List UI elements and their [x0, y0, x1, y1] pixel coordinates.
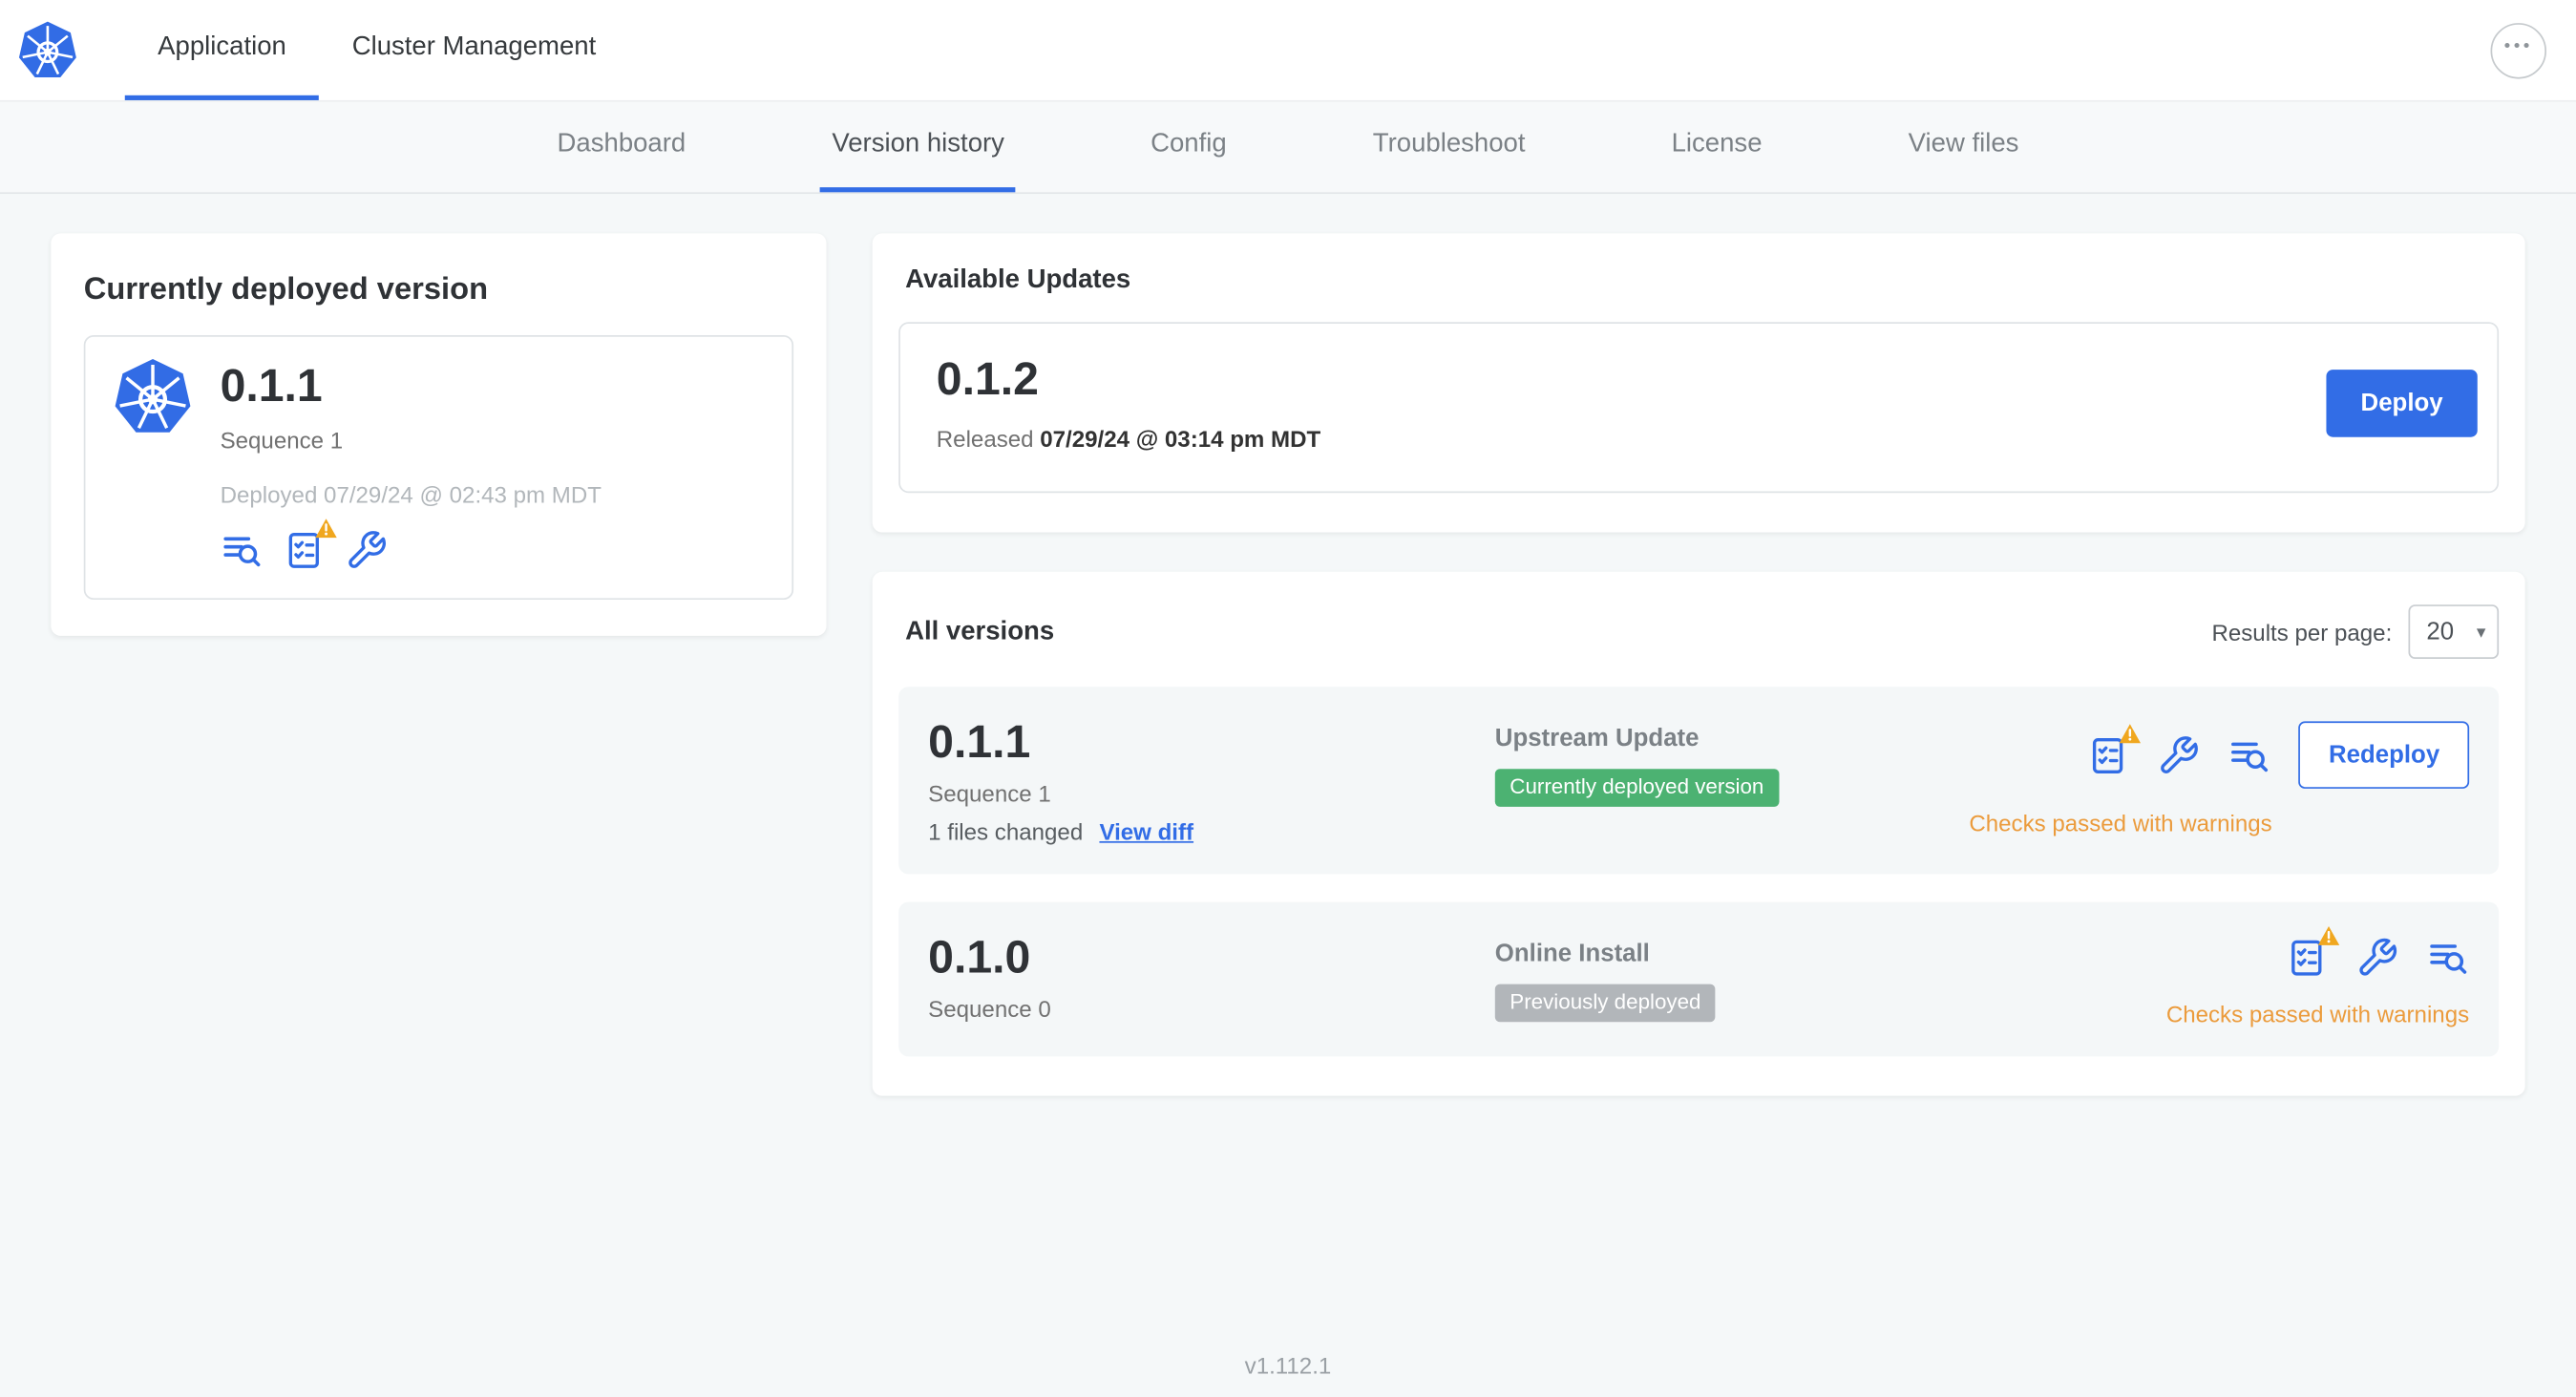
current-version-sequence: Sequence 1: [220, 427, 344, 454]
version-number: 0.1.1: [928, 716, 1031, 768]
console-version-label: v1.112.1: [1244, 1352, 1332, 1379]
version-source: Upstream Update Currently deployed versi…: [1494, 716, 1970, 844]
update-released-date: Released 07/29/24 @ 03:14 pm MDT: [937, 426, 1320, 453]
available-updates-title: Available Updates: [905, 265, 1131, 294]
version-source: Online Install Previously deployed: [1494, 932, 2166, 1027]
available-update-row: 0.1.2 Released 07/29/24 @ 03:14 pm MDT D…: [898, 322, 2500, 494]
released-date-value: 07/29/24 @ 03:14 pm MDT: [1040, 425, 1321, 453]
diff-lines-magnifier-icon[interactable]: [2228, 733, 2271, 776]
checks-status-text: Checks passed with warnings: [2165, 1000, 2470, 1027]
currently-deployed-card: Currently deployed version 0.1.1 Sequenc…: [51, 233, 827, 636]
diff-lines-magnifier-icon[interactable]: [221, 529, 264, 572]
version-number: 0.1.0: [928, 931, 1031, 983]
tab-troubleshoot[interactable]: Troubleshoot: [1362, 102, 1537, 193]
version-actions: Checks passed with warnings: [2165, 925, 2470, 1027]
all-versions-card: All versions Results per page: 20 ▾ 0.1.…: [872, 571, 2525, 1096]
tab-license[interactable]: License: [1660, 102, 1774, 193]
version-sequence: Sequence 1: [928, 780, 1051, 807]
results-per-page: Results per page: 20 ▾: [2211, 604, 2500, 659]
config-wrench-icon[interactable]: [2355, 937, 2398, 980]
current-version-panel: 0.1.1 Sequence 1 Deployed 07/29/24 @ 02:…: [83, 335, 794, 601]
overflow-menu-button[interactable]: •••: [2490, 22, 2547, 78]
warning-triangle-icon: [2316, 925, 2341, 946]
all-versions-title: All versions: [905, 617, 1055, 646]
warning-triangle-icon: [2119, 722, 2143, 743]
files-changed-label: 1 files changed: [928, 817, 1084, 845]
preflight-checklist-icon[interactable]: [2087, 723, 2142, 776]
deploy-button[interactable]: Deploy: [2326, 369, 2478, 436]
tab-view-files[interactable]: View files: [1897, 102, 2031, 193]
results-per-page-label: Results per page:: [2211, 618, 2393, 646]
app-footer: v1.112.1: [0, 1352, 2576, 1379]
top-nav: Application Cluster Management: [124, 0, 629, 100]
version-actions: Redeploy Checks passed with warnings: [1969, 716, 2470, 844]
checks-status-text: Checks passed with warnings: [1969, 810, 2272, 836]
kubernetes-logo-icon: [16, 0, 78, 100]
warning-triangle-icon: [314, 518, 339, 539]
deployed-status-badge: Previously deployed: [1494, 984, 1716, 1023]
version-sequence: Sequence 0: [928, 995, 1051, 1023]
version-info: 0.1.0 Sequence 0: [928, 932, 1495, 1027]
version-row: 0.1.0 Sequence 0 Online Install Previous…: [898, 901, 2500, 1057]
view-diff-link[interactable]: View diff: [1099, 818, 1193, 845]
current-version-actions: [221, 519, 602, 572]
tab-application[interactable]: Application: [124, 0, 320, 100]
tab-cluster-management[interactable]: Cluster Management: [319, 0, 628, 100]
preflight-checklist-icon[interactable]: [2285, 925, 2340, 980]
top-header: Application Cluster Management •••: [0, 0, 2576, 102]
version-row: 0.1.1 Sequence 1 1 files changed View di…: [898, 687, 2500, 875]
released-label: Released: [936, 425, 1034, 453]
update-version-number: 0.1.2: [936, 352, 1039, 405]
current-version-deployed-date: Deployed 07/29/24 @ 02:43 pm MDT: [220, 481, 602, 508]
app-root: Application Cluster Management ••• Dashb…: [0, 0, 2576, 1397]
main-content: Currently deployed version 0.1.1 Sequenc…: [0, 194, 2576, 1135]
current-version-number: 0.1.1: [220, 359, 323, 412]
version-info: 0.1.1 Sequence 1 1 files changed View di…: [928, 716, 1495, 844]
preflight-checklist-icon[interactable]: [283, 519, 337, 572]
available-updates-card: Available Updates 0.1.2 Released 07/29/2…: [872, 233, 2525, 533]
source-type-label: Upstream Update: [1494, 724, 1700, 753]
redeploy-button[interactable]: Redeploy: [2299, 721, 2470, 789]
tab-version-history[interactable]: Version history: [820, 102, 1016, 193]
deployed-status-badge: Currently deployed version: [1494, 769, 1779, 807]
results-per-page-select[interactable]: 20: [2408, 604, 2500, 659]
ellipsis-icon: •••: [2503, 35, 2533, 56]
currently-deployed-title: Currently deployed version: [83, 272, 489, 307]
config-wrench-icon[interactable]: [2158, 733, 2201, 776]
all-versions-header: All versions Results per page: 20 ▾: [898, 598, 2500, 659]
tab-dashboard[interactable]: Dashboard: [546, 102, 698, 193]
right-column: Available Updates 0.1.2 Released 07/29/2…: [872, 233, 2525, 1096]
tab-config[interactable]: Config: [1139, 102, 1238, 193]
kubernetes-app-icon: [112, 356, 194, 571]
config-wrench-icon[interactable]: [345, 529, 388, 572]
app-subnav: Dashboard Version history Config Trouble…: [0, 101, 2576, 195]
diff-lines-magnifier-icon[interactable]: [2426, 937, 2469, 980]
source-type-label: Online Install: [1494, 940, 1650, 968]
